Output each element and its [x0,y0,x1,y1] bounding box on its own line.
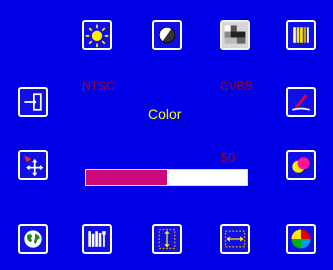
tint-button[interactable] [286,87,316,117]
color-icon [292,157,310,173]
vertical-size-icon [158,228,176,250]
parameter-name: Color [148,106,182,122]
brightness-button[interactable] [82,20,112,50]
exit-button[interactable] [18,87,48,117]
contrast-button[interactable] [152,20,182,50]
position-button[interactable] [18,150,48,180]
value-slider[interactable] [85,169,248,186]
brightness-icon [85,24,109,48]
position-icon [24,155,44,177]
color-button[interactable] [286,150,316,180]
tools-button[interactable] [82,224,112,254]
contrast-icon [158,26,176,44]
video-mode-label: NTSC [82,79,115,93]
sharpness-button[interactable] [220,20,250,50]
color-bars-icon [293,27,309,43]
horizontal-size-button[interactable] [220,224,250,254]
tint-icon [292,94,310,111]
vertical-size-button[interactable] [152,224,182,254]
exit-icon [24,93,42,111]
color-wheel-button[interactable] [286,224,316,254]
horizontal-size-icon [224,230,246,248]
tools-icon [88,231,106,247]
osd-menu: NTSC CVBS Color 50 [0,0,333,270]
language-button[interactable] [18,224,48,254]
color-bars-button[interactable] [286,20,316,50]
color-wheel-icon [291,229,311,249]
sharpness-icon [224,25,246,44]
language-icon [24,230,42,248]
slider-fill [86,170,167,185]
input-source-label: CVBS [220,79,253,93]
parameter-value: 50 [221,150,236,165]
